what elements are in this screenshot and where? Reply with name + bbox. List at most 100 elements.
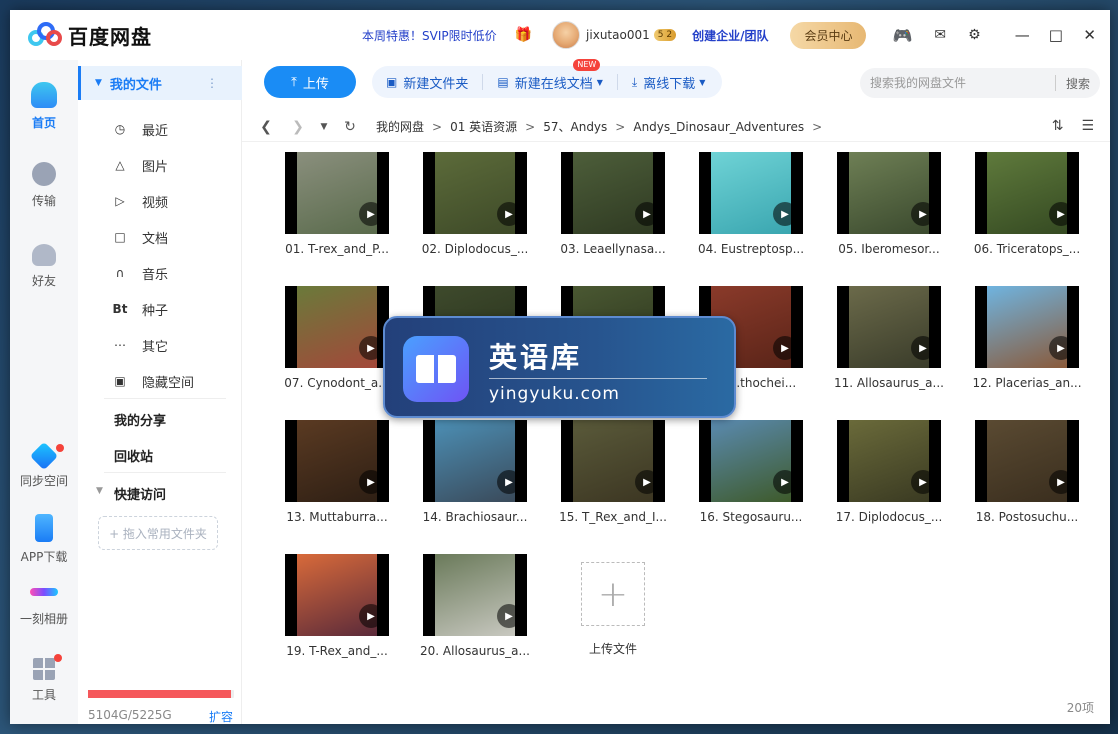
play-icon[interactable]: ▶ [359,202,383,226]
settings-icon[interactable]: ⚙ [968,27,981,43]
sidebar-item-hidden-space[interactable]: ▣ 隐藏空间 [78,363,242,399]
rail-album[interactable]: 一刻相册 [10,578,78,627]
video-thumbnail[interactable]: ▶ [423,554,527,636]
caret-down-icon[interactable]: ▼ [96,486,103,496]
sidebar-item-music[interactable]: ∩ 音乐 [78,255,242,291]
play-icon[interactable]: ▶ [911,336,935,360]
file-tile[interactable]: ▶ 20. Allosaurus_a... [406,554,544,658]
sidebar-item-images[interactable]: △ 图片 [78,147,242,183]
play-icon[interactable]: ▶ [773,336,797,360]
avatar[interactable] [552,21,581,49]
play-icon[interactable]: ▶ [911,470,935,494]
sidebar-my-share[interactable]: 我的分享 [114,410,166,429]
sidebar-quick-access[interactable]: 快捷访问 [114,484,166,503]
mail-icon[interactable]: ✉ [934,27,946,43]
play-icon[interactable]: ▶ [497,604,521,628]
file-tile[interactable]: ▶ 16. Stegosauru... [682,420,820,524]
file-tile[interactable]: ▶ 19. T-Rex_and_... [268,554,406,658]
video-thumbnail[interactable]: ▶ [423,152,527,234]
sidebar-item-other[interactable]: ⋯ 其它 [78,327,242,363]
video-thumbnail[interactable]: ▶ [837,286,941,368]
username[interactable]: jixutao001 [586,28,650,42]
rail-app-download[interactable]: APP下载 [10,514,78,565]
play-icon[interactable]: ▶ [1049,202,1073,226]
file-tile[interactable]: ▶ 05. Iberomesor... [820,152,958,256]
video-thumbnail[interactable]: ▶ [561,420,665,502]
video-thumbnail[interactable]: ▶ [285,420,389,502]
rail-friends[interactable]: 好友 [10,244,78,289]
sidebar-item-video[interactable]: ▷ 视频 [78,183,242,219]
rail-sync[interactable]: 同步空间 [10,441,78,489]
drag-folder-dropzone[interactable]: + 拖入常用文件夹 [98,516,218,550]
file-tile[interactable]: ▶ 12. Placerias_an... [958,286,1096,390]
video-thumbnail[interactable]: ▶ [561,152,665,234]
play-icon[interactable]: ▶ [359,604,383,628]
video-thumbnail[interactable]: ▶ [975,420,1079,502]
file-tile[interactable]: ▶ 03. Leaellynasa... [544,152,682,256]
sidebar-item-recent[interactable]: ◷ 最近 [78,111,242,147]
video-thumbnail[interactable]: ▶ [837,420,941,502]
search-button[interactable]: 搜索 [1056,75,1100,92]
file-tile[interactable]: ▶ 17. Diplodocus_... [820,420,958,524]
play-icon[interactable]: ▶ [359,336,383,360]
sidebar-item-documents[interactable]: □ 文档 [78,219,242,255]
play-icon[interactable]: ▶ [359,470,383,494]
play-icon[interactable]: ▶ [497,202,521,226]
list-view-icon[interactable]: ☰ [1081,118,1094,134]
close-icon[interactable]: ✕ [1083,26,1097,44]
file-tile[interactable]: ▶ 14. Brachiosaur... [406,420,544,524]
back-icon[interactable]: ❮ [258,119,274,135]
more-icon[interactable]: ⋮ [206,76,218,90]
expand-storage-link[interactable]: 扩容 [209,708,233,724]
play-icon[interactable]: ▶ [1049,470,1073,494]
maximize-icon[interactable]: □ [1049,26,1063,44]
play-icon[interactable]: ▶ [911,202,935,226]
video-thumbnail[interactable]: ▶ [285,152,389,234]
play-icon[interactable]: ▶ [773,470,797,494]
breadcrumb-item[interactable]: 01 英语资源 [450,118,517,135]
video-thumbnail[interactable]: ▶ [285,286,389,368]
new-online-doc-button[interactable]: ▤ 新建在线文档 ▼ NEW [497,58,603,92]
video-thumbnail[interactable]: ▶ [975,152,1079,234]
video-thumbnail[interactable]: ▶ [975,286,1079,368]
play-icon[interactable]: ▶ [635,470,659,494]
rail-transfer[interactable]: 传输 [10,162,78,209]
member-center-button[interactable]: 会员中心 [790,21,867,49]
sidebar-recycle-bin[interactable]: 回收站 [114,446,153,465]
plus-icon[interactable]: + [581,562,645,626]
play-icon[interactable]: ▶ [1049,336,1073,360]
upload-button[interactable]: ⤒ 上传 [264,66,356,98]
video-thumbnail[interactable]: ▶ [285,554,389,636]
breadcrumb-item[interactable]: 我的网盘 [376,118,424,135]
play-icon[interactable]: ▶ [635,202,659,226]
video-thumbnail[interactable]: ▶ [837,152,941,234]
file-tile[interactable]: ▶ 02. Diplodocus_... [406,152,544,256]
breadcrumb-item[interactable]: 57、Andys [543,118,607,135]
video-thumbnail[interactable]: ▶ [699,420,803,502]
new-folder-button[interactable]: ▣ 新建文件夹 [386,73,468,92]
breadcrumb-separator[interactable]: > [812,120,822,134]
file-tile[interactable]: ▶ 15. T_Rex_and_I... [544,420,682,524]
play-icon[interactable]: ▶ [497,470,521,494]
search-input[interactable] [870,76,1055,90]
history-dropdown-icon[interactable]: ▼ [316,122,332,132]
create-enterprise-link[interactable]: 创建企业/团队 [692,27,768,44]
file-tile[interactable]: ▶ 13. Muttaburra... [268,420,406,524]
video-thumbnail[interactable]: ▶ [423,420,527,502]
gift-icon[interactable]: 🎁 [515,27,532,43]
upload-file-tile[interactable]: + 上传文件 [544,554,682,657]
play-icon[interactable]: ▶ [773,202,797,226]
sidebar-item-torrents[interactable]: Bt 种子 [78,291,242,327]
sidebar-my-files[interactable]: ▼ 我的文件 ⋮ [78,66,242,100]
refresh-icon[interactable]: ↻ [342,119,358,135]
rail-home[interactable]: 首页 [10,82,78,131]
file-tile[interactable]: ▶ 18. Postosuchu... [958,420,1096,524]
game-icon[interactable]: 🎮 [892,26,912,45]
sort-icon[interactable]: ⇅ [1052,118,1064,134]
file-tile[interactable]: ▶ 01. T-rex_and_P... [268,152,406,256]
rail-tools[interactable]: 工具 [10,654,78,703]
file-tile[interactable]: ▶ 06. Triceratops_... [958,152,1096,256]
video-thumbnail[interactable]: ▶ [699,152,803,234]
file-tile[interactable]: ▶ 11. Allosaurus_a... [820,286,958,390]
minimize-icon[interactable]: — [1015,26,1030,44]
